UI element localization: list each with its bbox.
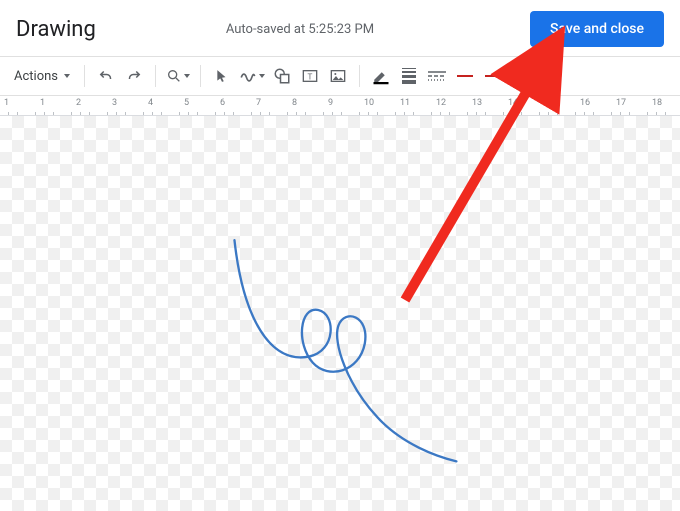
caret-down-icon — [184, 74, 190, 78]
ruler-unit: 10 — [350, 96, 386, 116]
actions-label: Actions — [14, 69, 58, 84]
ruler-number: 16 — [580, 98, 590, 108]
ruler-number: 12 — [436, 98, 446, 108]
ruler-number: 5 — [184, 98, 189, 108]
ruler-number: 18 — [652, 98, 662, 108]
ruler-number: 15 — [544, 98, 554, 108]
ruler-unit: 1 — [0, 96, 26, 116]
border-color-button[interactable] — [368, 63, 394, 89]
select-tool[interactable] — [209, 63, 235, 89]
dialog-header: Drawing Auto-saved at 5:25:23 PM Save an… — [0, 0, 680, 56]
line-start-icon — [455, 71, 475, 81]
cursor-icon — [215, 69, 229, 83]
shape-icon — [273, 67, 291, 85]
redo-icon — [125, 67, 143, 85]
ruler-unit: 12 — [422, 96, 458, 116]
image-tool[interactable] — [325, 63, 351, 89]
horizontal-ruler: 11234567891011121314151617181 — [0, 96, 680, 116]
undo-icon — [97, 67, 115, 85]
line-dash-icon — [428, 69, 446, 83]
border-weight-button[interactable] — [396, 63, 422, 89]
scribble-icon — [239, 67, 257, 85]
line-end-icon — [483, 71, 503, 81]
ruler-number: 7 — [256, 98, 261, 108]
ruler-number: 14 — [508, 98, 518, 108]
ruler-number: 17 — [616, 98, 626, 108]
ruler-unit: 5 — [170, 96, 206, 116]
line-weight-icon — [402, 68, 416, 84]
actions-menu[interactable]: Actions — [8, 63, 76, 89]
separator — [200, 65, 201, 87]
ruler-number: 10 — [364, 98, 374, 108]
autosave-status: Auto-saved at 5:25:23 PM — [226, 22, 374, 37]
image-icon — [330, 68, 346, 84]
ruler-number: 4 — [148, 98, 153, 108]
ruler-number: 9 — [328, 98, 333, 108]
ruler-number: 1 — [40, 98, 45, 108]
ruler-unit: 15 — [530, 96, 566, 116]
scribble-stroke — [234, 240, 456, 461]
ruler-number: 2 — [76, 98, 81, 108]
line-tool[interactable] — [237, 63, 267, 89]
ruler-unit: 1 — [26, 96, 62, 116]
ruler-number: 6 — [220, 98, 225, 108]
ruler-unit: 14 — [494, 96, 530, 116]
ruler-unit: 11 — [386, 96, 422, 116]
ruler-unit: 3 — [98, 96, 134, 116]
redo-button[interactable] — [121, 63, 147, 89]
line-start-button[interactable] — [452, 63, 478, 89]
separator — [84, 65, 85, 87]
zoom-button[interactable] — [164, 63, 192, 89]
ruler-unit: 6 — [206, 96, 242, 116]
caret-down-icon — [64, 74, 70, 78]
undo-button[interactable] — [93, 63, 119, 89]
ruler-unit: 13 — [458, 96, 494, 116]
drawing-canvas[interactable] — [0, 116, 680, 511]
ruler-number: 8 — [292, 98, 297, 108]
ruler-unit: 9 — [314, 96, 350, 116]
toolbar: Actions T — [0, 56, 680, 96]
ruler-unit: 1 — [674, 96, 680, 116]
textbox-icon: T — [302, 68, 318, 84]
ruler-unit: 18 — [638, 96, 674, 116]
ruler-number: 3 — [112, 98, 117, 108]
border-dash-button[interactable] — [424, 63, 450, 89]
textbox-tool[interactable]: T — [297, 63, 323, 89]
ruler-number: 1 — [4, 98, 9, 108]
zoom-icon — [166, 68, 182, 84]
ruler-unit: 17 — [602, 96, 638, 116]
shape-tool[interactable] — [269, 63, 295, 89]
drawing-content — [0, 116, 680, 511]
ruler-unit: 16 — [566, 96, 602, 116]
save-and-close-button[interactable]: Save and close — [530, 11, 664, 47]
separator — [155, 65, 156, 87]
ruler-unit: 4 — [134, 96, 170, 116]
ruler-number: 13 — [472, 98, 482, 108]
ruler-unit: 8 — [278, 96, 314, 116]
line-end-button[interactable] — [480, 63, 506, 89]
caret-down-icon — [259, 74, 265, 78]
svg-text:T: T — [308, 72, 313, 81]
ruler-unit: 7 — [242, 96, 278, 116]
ruler-unit: 2 — [62, 96, 98, 116]
separator — [359, 65, 360, 87]
dialog-title: Drawing — [16, 17, 96, 42]
ruler-number: 11 — [400, 98, 410, 108]
pen-icon — [372, 67, 390, 85]
